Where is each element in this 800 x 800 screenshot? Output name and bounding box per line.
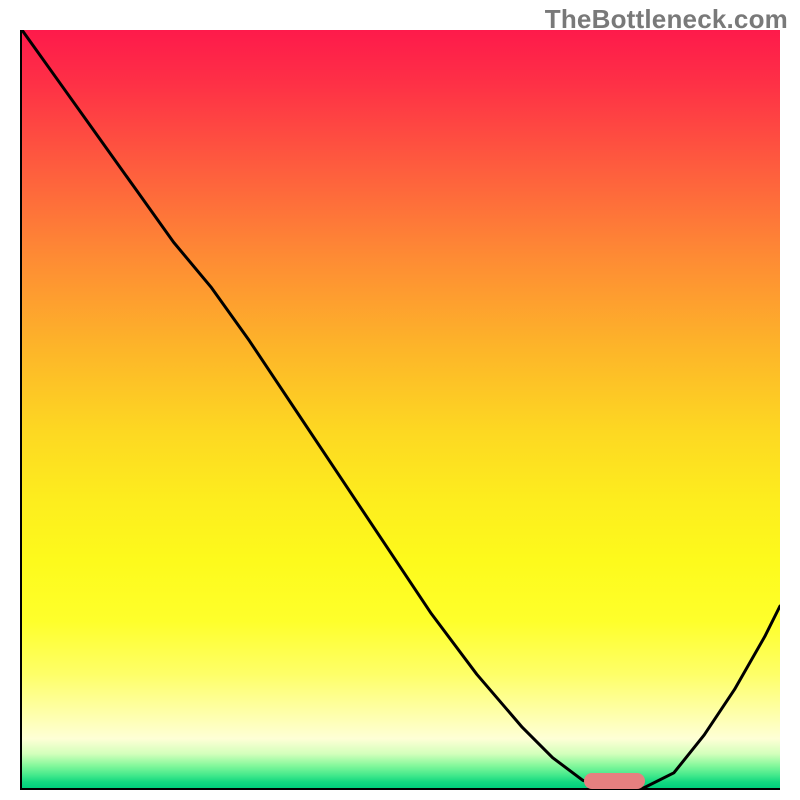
chart-frame: TheBottleneck.com <box>0 0 800 800</box>
optimal-range-marker <box>584 773 645 789</box>
bottleneck-curve <box>22 30 780 788</box>
curve-path <box>22 30 780 788</box>
plot-area <box>20 30 780 790</box>
